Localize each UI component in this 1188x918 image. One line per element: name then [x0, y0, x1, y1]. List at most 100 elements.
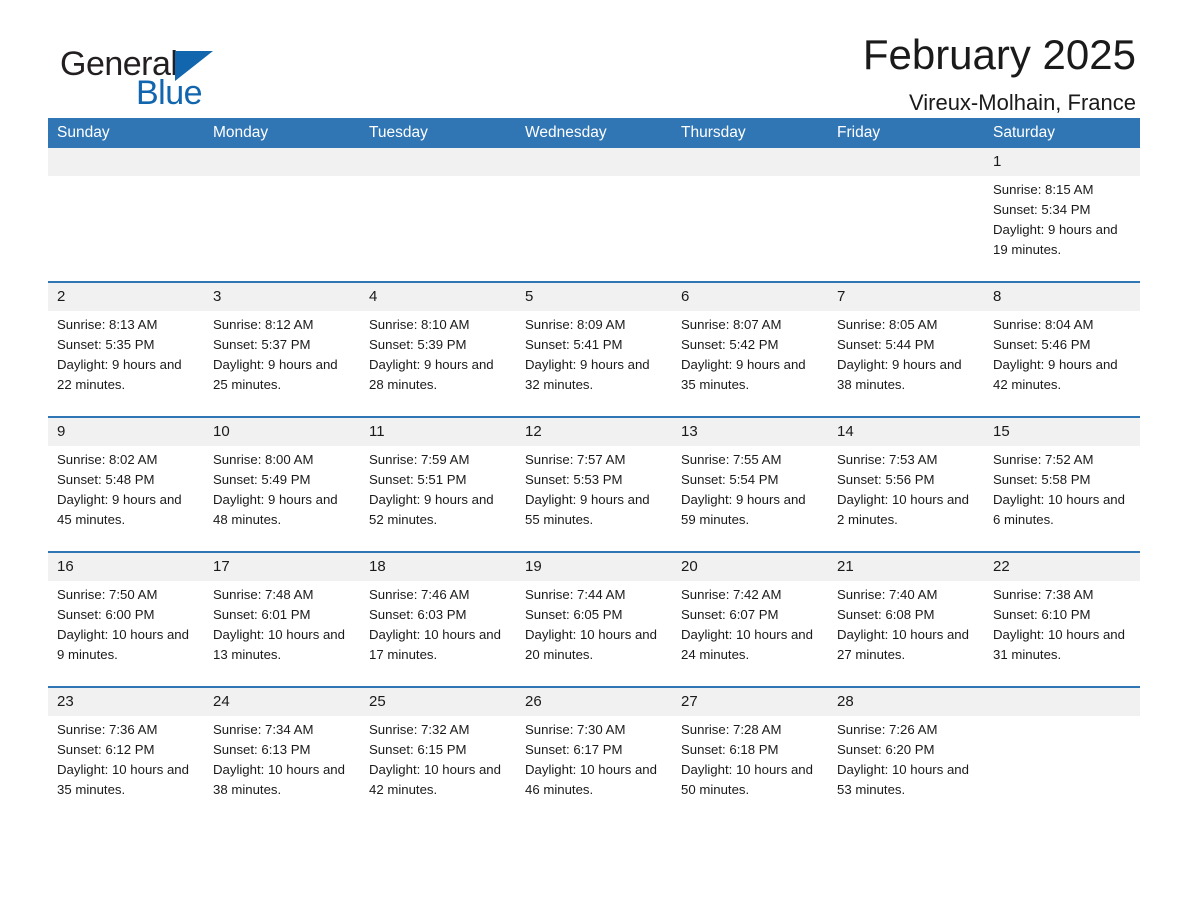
day-details: Sunrise: 7:40 AM Sunset: 6:08 PM Daylight:… — [828, 581, 984, 665]
daylight-text: Daylight: 10 hours and 27 minutes. — [837, 627, 969, 662]
calendar-day-cell[interactable]: 28 Sunrise: 7:26 AM Sunset: 6:20 PM Dayligh… — [828, 686, 984, 821]
sunrise-text: Sunrise: 7:32 AM — [369, 722, 470, 737]
daylight-text: Daylight: 9 hours and 48 minutes. — [213, 492, 338, 527]
sunset-text: Sunset: 5:35 PM — [57, 337, 155, 352]
calendar-day-cell[interactable]: 16 Sunrise: 7:50 AM Sunset: 6:00 PM Dayligh… — [48, 551, 204, 687]
day-number — [672, 148, 828, 176]
day-details: Sunrise: 7:53 AM Sunset: 5:56 PM Daylight:… — [828, 446, 984, 530]
day-details: Sunrise: 7:46 AM Sunset: 6:03 PM Daylight:… — [360, 581, 516, 665]
sunrise-text: Sunrise: 7:26 AM — [837, 722, 938, 737]
day-number: 9 — [48, 418, 204, 446]
calendar-day-cell[interactable]: 24 Sunrise: 7:34 AM Sunset: 6:13 PM Dayligh… — [204, 686, 360, 821]
calendar-empty-cell — [48, 148, 204, 282]
daylight-text: Daylight: 10 hours and 9 minutes. — [57, 627, 189, 662]
sunrise-text: Sunrise: 7:42 AM — [681, 587, 782, 602]
day-number: 21 — [828, 553, 984, 581]
daylight-text: Daylight: 9 hours and 22 minutes. — [57, 357, 182, 392]
day-details: Sunrise: 8:15 AM Sunset: 5:34 PM Daylight:… — [984, 176, 1140, 260]
calendar-day-cell[interactable]: 25 Sunrise: 7:32 AM Sunset: 6:15 PM Dayligh… — [360, 686, 516, 821]
day-number: 18 — [360, 553, 516, 581]
day-details: Sunrise: 8:02 AM Sunset: 5:48 PM Daylight:… — [48, 446, 204, 530]
daylight-text: Daylight: 9 hours and 32 minutes. — [525, 357, 650, 392]
weekday-header-sunday: Sunday — [48, 118, 204, 148]
calendar-day-cell[interactable]: 17 Sunrise: 7:48 AM Sunset: 6:01 PM Dayligh… — [204, 551, 360, 687]
calendar-day-cell[interactable]: 20 Sunrise: 7:42 AM Sunset: 6:07 PM Dayligh… — [672, 551, 828, 687]
calendar-page: General Blue February 2025 Vireux-Molhai… — [0, 0, 1188, 918]
calendar-day-cell[interactable]: 21 Sunrise: 7:40 AM Sunset: 6:08 PM Dayligh… — [828, 551, 984, 687]
sunrise-text: Sunrise: 7:48 AM — [213, 587, 314, 602]
sunrise-text: Sunrise: 8:12 AM — [213, 317, 314, 332]
day-number: 1 — [984, 148, 1140, 176]
calendar-day-cell[interactable]: 10 Sunrise: 8:00 AM Sunset: 5:49 PM Dayligh… — [204, 416, 360, 552]
calendar-empty-cell — [828, 148, 984, 282]
day-details: Sunrise: 8:10 AM Sunset: 5:39 PM Daylight:… — [360, 311, 516, 395]
day-number: 16 — [48, 553, 204, 581]
calendar-day-cell[interactable]: 26 Sunrise: 7:30 AM Sunset: 6:17 PM Dayligh… — [516, 686, 672, 821]
calendar-day-cell[interactable]: 11 Sunrise: 7:59 AM Sunset: 5:51 PM Dayligh… — [360, 416, 516, 552]
calendar-day-cell[interactable]: 27 Sunrise: 7:28 AM Sunset: 6:18 PM Dayligh… — [672, 686, 828, 821]
calendar-body: 1 Sunrise: 8:15 AM Sunset: 5:34 PM Daylight… — [48, 148, 1140, 821]
day-number: 11 — [360, 418, 516, 446]
daylight-text: Daylight: 9 hours and 28 minutes. — [369, 357, 494, 392]
calendar-day-cell[interactable]: 1 Sunrise: 8:15 AM Sunset: 5:34 PM Daylight… — [984, 148, 1140, 282]
sunset-text: Sunset: 6:03 PM — [369, 607, 467, 622]
sunrise-text: Sunrise: 7:50 AM — [57, 587, 158, 602]
calendar-day-cell[interactable]: 9 Sunrise: 8:02 AM Sunset: 5:48 PM Daylight… — [48, 416, 204, 552]
daylight-text: Daylight: 9 hours and 38 minutes. — [837, 357, 962, 392]
calendar-day-cell[interactable]: 2 Sunrise: 8:13 AM Sunset: 5:35 PM Daylight… — [48, 281, 204, 417]
calendar-day-cell[interactable]: 15 Sunrise: 7:52 AM Sunset: 5:58 PM Dayligh… — [984, 416, 1140, 552]
day-details: Sunrise: 7:42 AM Sunset: 6:07 PM Daylight:… — [672, 581, 828, 665]
sunset-text: Sunset: 5:44 PM — [837, 337, 935, 352]
weekday-header-row: Sunday Monday Tuesday Wednesday Thursday… — [48, 118, 1140, 148]
day-number: 10 — [204, 418, 360, 446]
day-number — [204, 148, 360, 176]
sunrise-text: Sunrise: 7:55 AM — [681, 452, 782, 467]
day-details: Sunrise: 7:52 AM Sunset: 5:58 PM Daylight:… — [984, 446, 1140, 530]
calendar-day-cell[interactable]: 14 Sunrise: 7:53 AM Sunset: 5:56 PM Dayligh… — [828, 416, 984, 552]
calendar-day-cell[interactable]: 4 Sunrise: 8:10 AM Sunset: 5:39 PM Daylight… — [360, 281, 516, 417]
calendar-day-cell[interactable]: 18 Sunrise: 7:46 AM Sunset: 6:03 PM Dayligh… — [360, 551, 516, 687]
sunset-text: Sunset: 6:07 PM — [681, 607, 779, 622]
calendar-week-row: 9 Sunrise: 8:02 AM Sunset: 5:48 PM Daylight… — [48, 416, 1140, 552]
calendar-day-cell[interactable]: 12 Sunrise: 7:57 AM Sunset: 5:53 PM Dayligh… — [516, 416, 672, 552]
day-number: 3 — [204, 283, 360, 311]
calendar-week-row: 2 Sunrise: 8:13 AM Sunset: 5:35 PM Daylight… — [48, 281, 1140, 417]
day-details: Sunrise: 7:48 AM Sunset: 6:01 PM Daylight:… — [204, 581, 360, 665]
sunset-text: Sunset: 6:12 PM — [57, 742, 155, 757]
day-details: Sunrise: 7:38 AM Sunset: 6:10 PM Daylight:… — [984, 581, 1140, 665]
calendar-week-row: 23 Sunrise: 7:36 AM Sunset: 6:12 PM Dayligh… — [48, 686, 1140, 821]
day-number: 20 — [672, 553, 828, 581]
general-blue-logo: General Blue — [60, 46, 320, 116]
sunrise-text: Sunrise: 7:59 AM — [369, 452, 470, 467]
sunrise-text: Sunrise: 7:46 AM — [369, 587, 470, 602]
sunrise-sunset-calendar: Sunday Monday Tuesday Wednesday Thursday… — [48, 118, 1140, 821]
calendar-day-cell[interactable]: 6 Sunrise: 8:07 AM Sunset: 5:42 PM Daylight… — [672, 281, 828, 417]
day-number: 28 — [828, 688, 984, 716]
day-details: Sunrise: 8:09 AM Sunset: 5:41 PM Daylight:… — [516, 311, 672, 395]
calendar-day-cell[interactable]: 23 Sunrise: 7:36 AM Sunset: 6:12 PM Dayligh… — [48, 686, 204, 821]
calendar-day-cell[interactable]: 7 Sunrise: 8:05 AM Sunset: 5:44 PM Daylight… — [828, 281, 984, 417]
day-details: Sunrise: 7:34 AM Sunset: 6:13 PM Daylight:… — [204, 716, 360, 800]
calendar-day-cell[interactable]: 13 Sunrise: 7:55 AM Sunset: 5:54 PM Dayligh… — [672, 416, 828, 552]
day-details: Sunrise: 7:44 AM Sunset: 6:05 PM Daylight:… — [516, 581, 672, 665]
daylight-text: Daylight: 10 hours and 17 minutes. — [369, 627, 501, 662]
sunrise-text: Sunrise: 7:34 AM — [213, 722, 314, 737]
daylight-text: Daylight: 10 hours and 24 minutes. — [681, 627, 813, 662]
calendar-day-cell[interactable]: 5 Sunrise: 8:09 AM Sunset: 5:41 PM Daylight… — [516, 281, 672, 417]
calendar-day-cell[interactable]: 8 Sunrise: 8:04 AM Sunset: 5:46 PM Daylight… — [984, 281, 1140, 417]
day-details: Sunrise: 8:00 AM Sunset: 5:49 PM Daylight:… — [204, 446, 360, 530]
sunrise-text: Sunrise: 7:57 AM — [525, 452, 626, 467]
day-number: 7 — [828, 283, 984, 311]
day-number: 25 — [360, 688, 516, 716]
sunset-text: Sunset: 6:20 PM — [837, 742, 935, 757]
day-details: Sunrise: 7:26 AM Sunset: 6:20 PM Daylight:… — [828, 716, 984, 800]
day-details: Sunrise: 7:57 AM Sunset: 5:53 PM Daylight:… — [516, 446, 672, 530]
calendar-day-cell[interactable]: 22 Sunrise: 7:38 AM Sunset: 6:10 PM Dayligh… — [984, 551, 1140, 687]
calendar-day-cell[interactable]: 19 Sunrise: 7:44 AM Sunset: 6:05 PM Dayligh… — [516, 551, 672, 687]
day-details: Sunrise: 8:07 AM Sunset: 5:42 PM Daylight:… — [672, 311, 828, 395]
sunrise-text: Sunrise: 8:13 AM — [57, 317, 158, 332]
sunset-text: Sunset: 6:13 PM — [213, 742, 311, 757]
sunset-text: Sunset: 6:00 PM — [57, 607, 155, 622]
sunset-text: Sunset: 5:39 PM — [369, 337, 467, 352]
calendar-day-cell[interactable]: 3 Sunrise: 8:12 AM Sunset: 5:37 PM Daylight… — [204, 281, 360, 417]
